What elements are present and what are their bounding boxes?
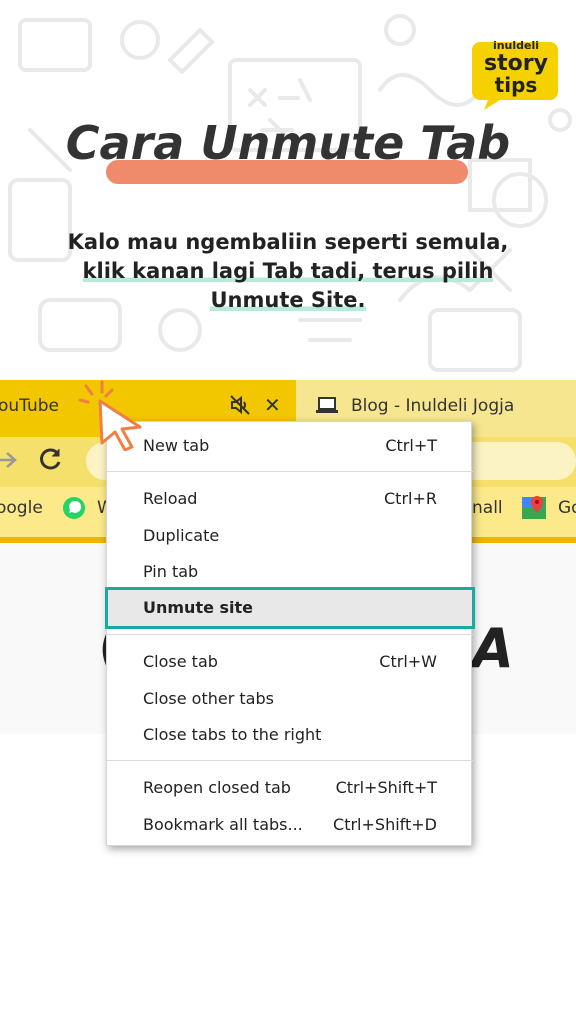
forward-arrow-icon[interactable] (0, 447, 18, 473)
menu-item-label: Close tabs to the right (143, 725, 322, 744)
menu-item-label: New tab (143, 436, 210, 455)
menu-item-label: Close tab (143, 652, 218, 671)
instruction-line-2: klik kanan lagi Tab tadi, terus pilih (82, 259, 494, 283)
menu-item-label: Duplicate (143, 526, 220, 545)
bookmark-maps[interactable]: Go (558, 498, 576, 518)
tab-title: ouTube (0, 396, 60, 416)
menu-item-label: Unmute site (143, 598, 254, 617)
mouse-pointer-icon (98, 399, 142, 451)
laptop-icon (316, 397, 338, 413)
menu-item-label: Reopen closed tab (143, 778, 291, 797)
menu-separator (107, 634, 473, 635)
menu-separator (107, 471, 473, 472)
menu-item-shortcut: Ctrl+R (384, 489, 437, 508)
instruction-line-1: Kalo mau ngembaliin seperti semula, (67, 230, 509, 254)
menu-item-pin-tab[interactable]: Pin tab (107, 554, 473, 590)
close-icon[interactable]: ✕ (264, 393, 281, 417)
menu-item-label: Bookmark all tabs... (143, 815, 303, 834)
menu-separator (107, 760, 473, 761)
menu-item-close-tabs-right[interactable]: Close tabs to the right (107, 717, 473, 753)
mute-icon[interactable] (228, 393, 252, 417)
instruction-line-3-wrap: Unmute Site. (40, 286, 536, 315)
menu-item-reload[interactable]: Reload Ctrl+R (107, 481, 473, 517)
menu-item-close-other-tabs[interactable]: Close other tabs (107, 681, 473, 717)
menu-item-unmute-site[interactable]: Unmute site (105, 587, 475, 629)
menu-item-bookmark-all-tabs[interactable]: Bookmark all tabs... Ctrl+Shift+D (107, 807, 473, 843)
page-title: Cara Unmute Tab (65, 116, 511, 170)
tab-context-menu: New tab Ctrl+T Reload Ctrl+R Duplicate P… (105, 421, 475, 846)
menu-item-close-tab[interactable]: Close tab Ctrl+W (107, 644, 473, 680)
menu-item-shortcut: Ctrl+Shift+D (333, 815, 437, 834)
maps-icon[interactable] (521, 494, 547, 522)
bookmark-google[interactable]: oogle (0, 498, 43, 518)
whatsapp-icon[interactable] (62, 496, 86, 520)
brand-logo-text: inuldeli story tips (476, 40, 556, 95)
menu-item-shortcut: Ctrl+W (379, 652, 437, 671)
tab-title: Blog - Inuldeli Jogja (351, 396, 515, 416)
instruction-line-3: Unmute Site. (210, 288, 366, 312)
brand-line-2: story (484, 51, 548, 76)
reload-icon[interactable] (38, 446, 64, 472)
brand-line-3: tips (494, 73, 538, 97)
menu-item-shortcut: Ctrl+T (385, 436, 437, 455)
menu-item-duplicate[interactable]: Duplicate (107, 518, 473, 554)
page-content-text-right: A (472, 617, 514, 680)
menu-item-label: Close other tabs (143, 689, 274, 708)
menu-item-label: Pin tab (143, 562, 199, 581)
menu-item-new-tab[interactable]: New tab Ctrl+T (107, 428, 473, 464)
menu-item-shortcut: Ctrl+Shift+T (335, 778, 437, 797)
bookmark-gmail[interactable]: nall (472, 498, 503, 518)
instruction-line-2-wrap: klik kanan lagi Tab tadi, terus pilih (40, 257, 536, 286)
menu-item-label: Reload (143, 489, 198, 508)
instruction-text: Kalo mau ngembaliin seperti semula, klik… (40, 228, 536, 315)
menu-item-reopen-closed-tab[interactable]: Reopen closed tab Ctrl+Shift+T (107, 770, 473, 806)
brand-line-1: inuldeli (492, 39, 540, 52)
